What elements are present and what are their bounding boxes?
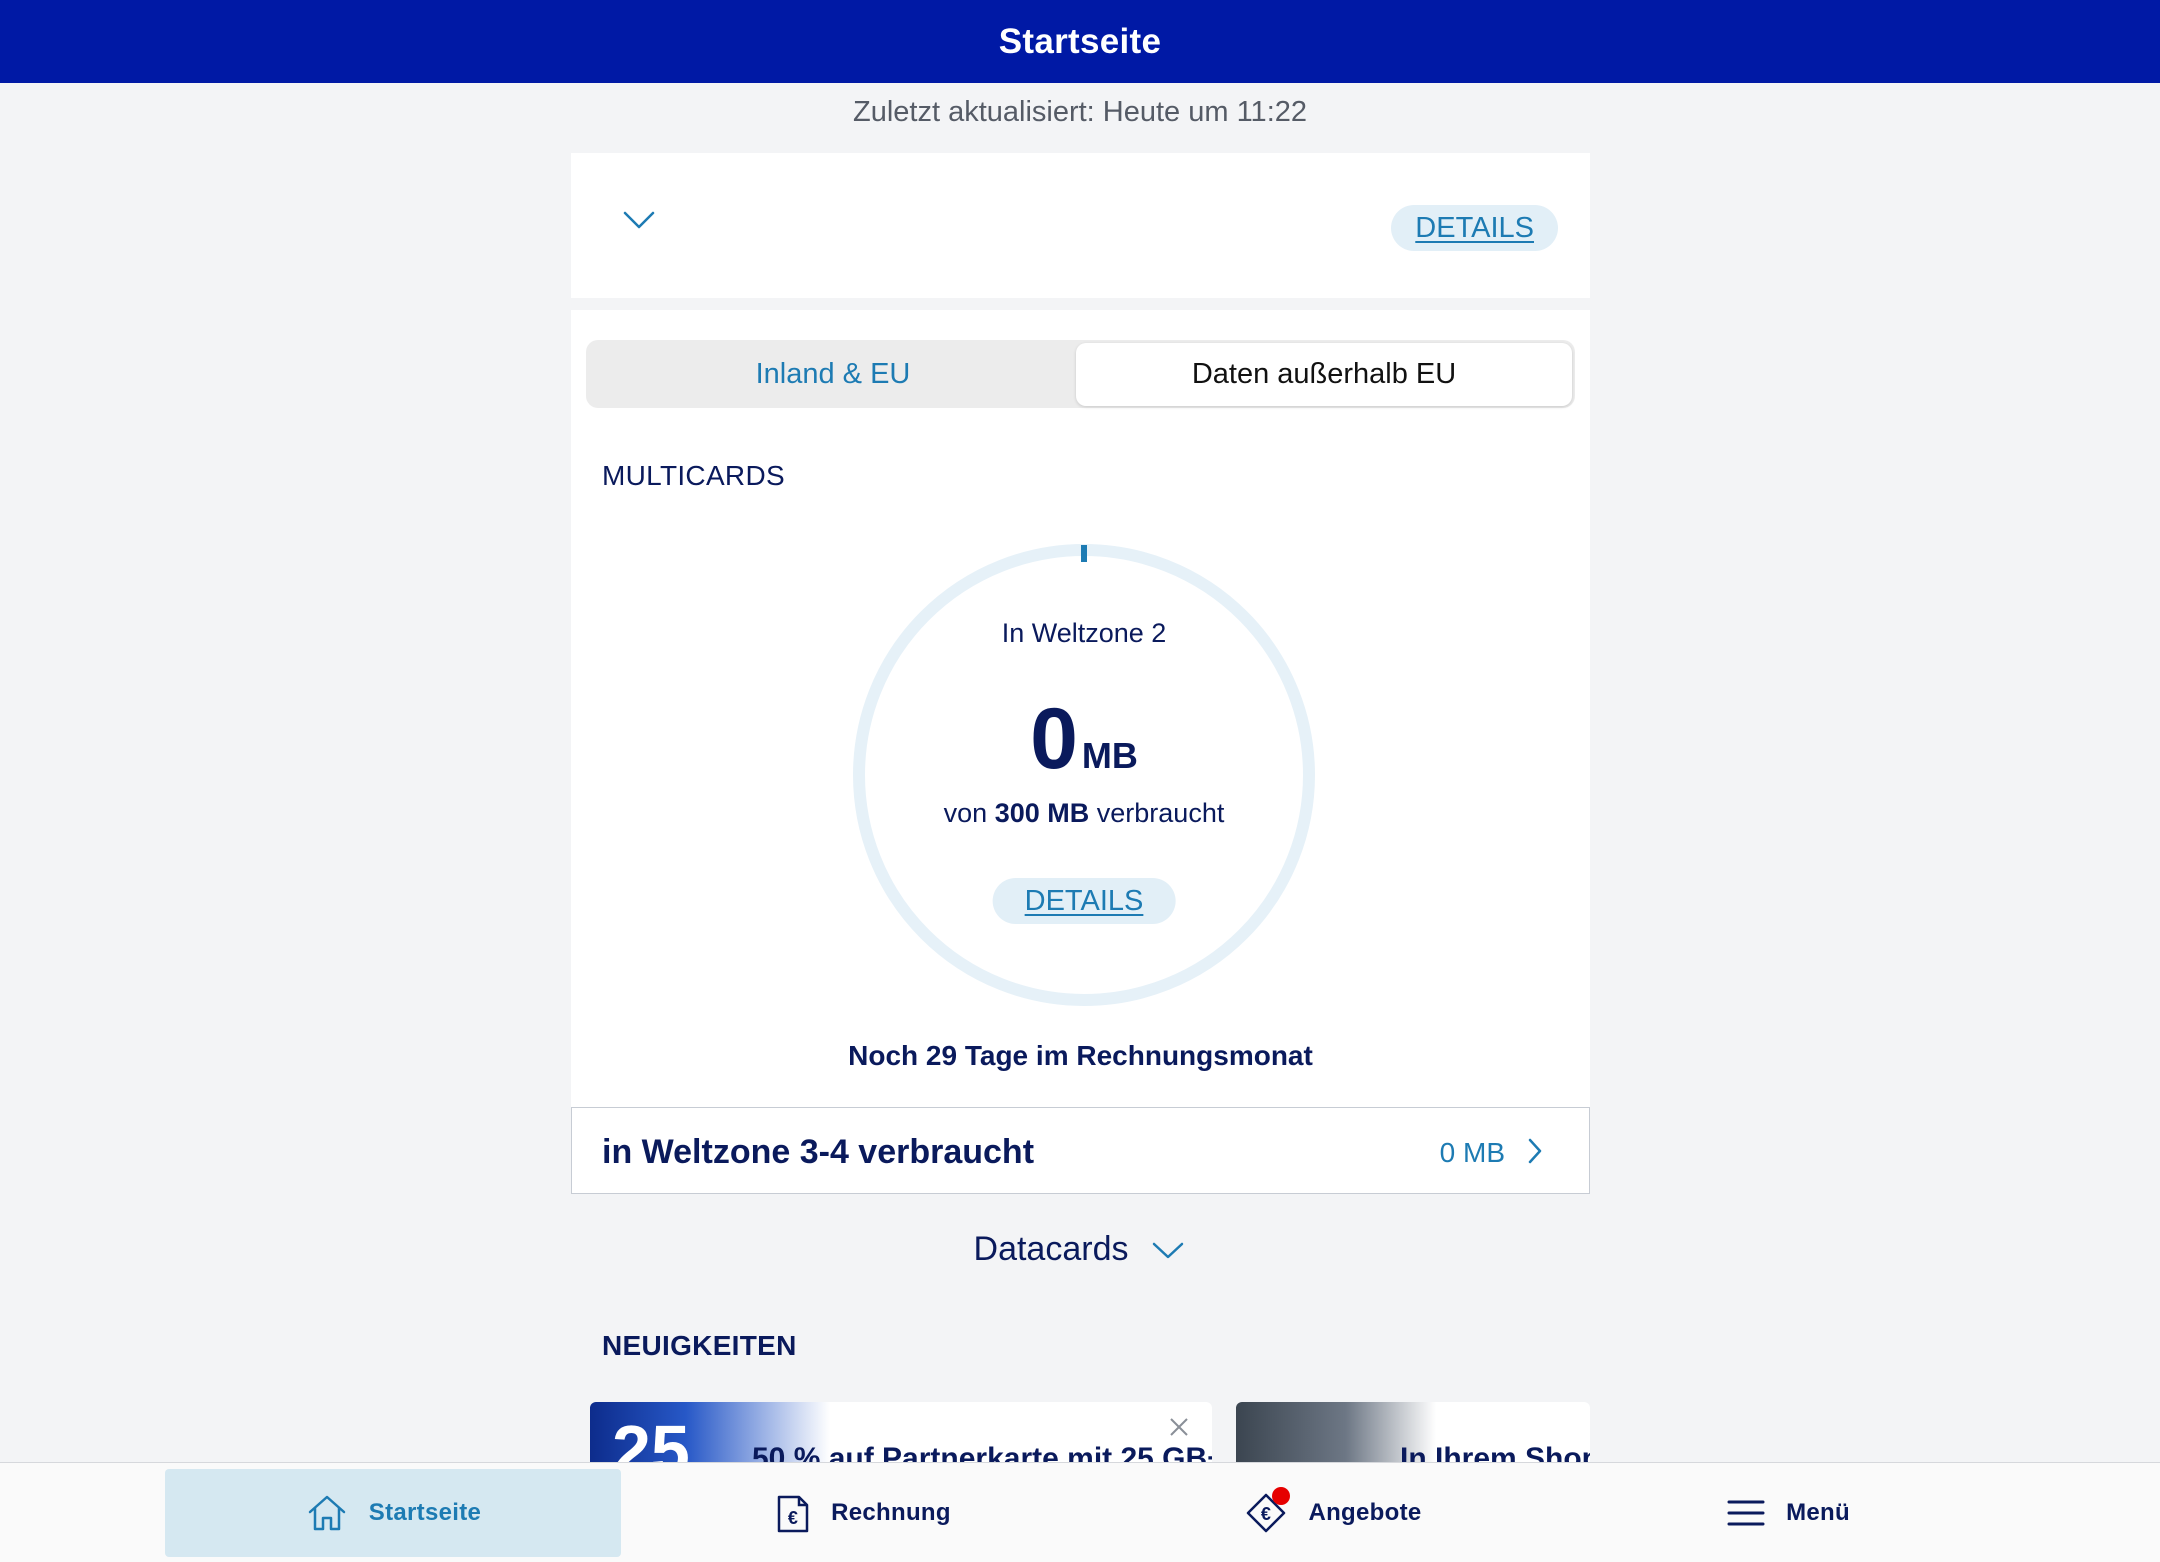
news-card-title: In Ihrem Shop — [1400, 1442, 1590, 1462]
used-of-total: von 300 MB verbraucht — [851, 798, 1317, 829]
news-card-shop[interactable]: In Ihrem Shop — [1236, 1402, 1590, 1462]
usage-details-button[interactable]: DETAILS — [992, 878, 1176, 924]
bottom-navigation: Startseite € Rechnung € Angebote Menü — [0, 1462, 2160, 1562]
weltzone-3-4-label: in Weltzone 3-4 verbraucht — [602, 1133, 1035, 1171]
last-updated-text: Zuletzt aktualisiert: Heute um 11:22 — [852, 96, 1308, 128]
chevron-down-icon — [1153, 1242, 1184, 1258]
tab-outside-eu[interactable]: Daten außerhalb EU — [1076, 343, 1572, 406]
summary-details-button[interactable]: DETAILS — [1391, 205, 1558, 251]
home-icon — [308, 1495, 346, 1531]
nav-angebote[interactable]: € Angebote — [1105, 1469, 1561, 1557]
page-title: Startseite — [998, 21, 1162, 61]
nav-menu[interactable]: Menü — [1560, 1469, 2016, 1557]
chevron-right-icon — [1528, 1138, 1542, 1164]
billing-days-left: Noch 29 Tage im Rechnungsmonat — [848, 1040, 1313, 1071]
nav-angebote-label: Angebote — [1308, 1499, 1422, 1526]
used-unit: MB — [1081, 735, 1138, 776]
used-suffix: verbraucht — [1096, 798, 1225, 828]
total-amount: 300 MB — [994, 798, 1090, 828]
nav-rechnung-label: Rechnung — [831, 1499, 951, 1526]
close-icon[interactable] — [1168, 1416, 1190, 1438]
used-prefix: von — [943, 798, 988, 828]
hamburger-menu-icon — [1727, 1500, 1765, 1526]
nav-startseite-label: Startseite — [368, 1499, 482, 1526]
datacards-toggle[interactable]: Datacards — [0, 1230, 2160, 1269]
news-card-partnerkarte[interactable]: 25 50 % auf Partnerkarte mit 25 GB+ — [590, 1402, 1212, 1462]
invoice-icon: € — [777, 1495, 809, 1533]
weltzone-3-4-value: 0 MB — [1439, 1137, 1505, 1168]
nav-startseite[interactable]: Startseite — [165, 1469, 621, 1557]
tab-inland-eu[interactable]: Inland & EU — [586, 340, 1080, 408]
multicards-label: MULTICARDS — [602, 460, 785, 491]
nav-menu-label: Menü — [1786, 1499, 1850, 1526]
used-value: 0 — [1030, 691, 1078, 787]
zone-label: In Weltzone 2 — [1001, 618, 1167, 648]
news-section-title: NEUIGKEITEN — [602, 1330, 797, 1361]
usage-ring: In Weltzone 2 0 MB von 300 MB verbraucht … — [851, 542, 1317, 1008]
usage-card: Inland & EU Daten außerhalb EU MULTICARD… — [571, 310, 1590, 1107]
svg-text:€: € — [1261, 1504, 1271, 1524]
offer-tag-icon-wrap: € — [1244, 1487, 1291, 1535]
svg-text:€: € — [788, 1508, 798, 1528]
news-card-title: 50 % auf Partnerkarte mit 25 GB+ — [752, 1442, 1212, 1462]
nav-rechnung[interactable]: € Rechnung — [635, 1469, 1091, 1557]
used-amount: 0 MB — [851, 690, 1317, 789]
chevron-down-icon[interactable] — [619, 205, 659, 235]
datacards-label: Datacards — [973, 1230, 1129, 1268]
region-segmented-control: Inland & EU Daten außerhalb EU — [586, 340, 1575, 408]
weltzone-3-4-row[interactable]: in Weltzone 3-4 verbraucht 0 MB — [571, 1107, 1590, 1194]
summary-card: DETAILS — [571, 153, 1590, 298]
top-app-bar: Startseite — [0, 0, 2160, 83]
news-badge-number: 25 — [612, 1411, 690, 1462]
